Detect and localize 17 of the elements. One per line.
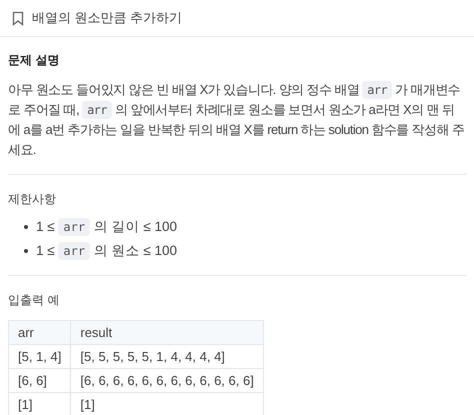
page-title: 배열의 원소만큼 추가하기 (32, 9, 182, 28)
column-header: arr (8, 320, 71, 344)
table-cell: [6, 6] (8, 368, 71, 392)
bullet-icon (24, 225, 28, 229)
problem-description: 아무 원소도 들어있지 않은 빈 배열 X가 있습니다. 양의 정수 배열 arr 가 매개변수로 주어질 때, arr 의 앞에서부터 차례대로 원소를 보면서 원소가 a라면 X의 맨 뒤에 a를 a번 추가하는 일을 반복한 뒤의 배열 X를 return 하는 solution 함수를 작성해 주세요. (8, 80, 466, 175)
constraint-text: 1 ≤ arr 의 원소 ≤ 100 (36, 240, 178, 262)
table-cell: [5, 5, 5, 5, 5, 1, 4, 4, 4, 4] (70, 344, 264, 368)
section-heading: 입출력 예 (8, 293, 60, 307)
column-header: result (70, 320, 264, 344)
table-cell: [5, 1, 4] (8, 344, 71, 368)
bullet-icon (24, 249, 28, 253)
table-cell: [6, 6, 6, 6, 6, 6, 6, 6, 6, 6, 6, 6] (70, 368, 264, 392)
section-heading: 문제 설명 (8, 53, 60, 67)
bookmark-icon[interactable] (12, 10, 24, 26)
constraint-text: 1 ≤ arr 의 길이 ≤ 100 (36, 216, 178, 238)
section-heading: 제한사항 (8, 192, 56, 206)
table-cell: [1] (8, 392, 71, 415)
